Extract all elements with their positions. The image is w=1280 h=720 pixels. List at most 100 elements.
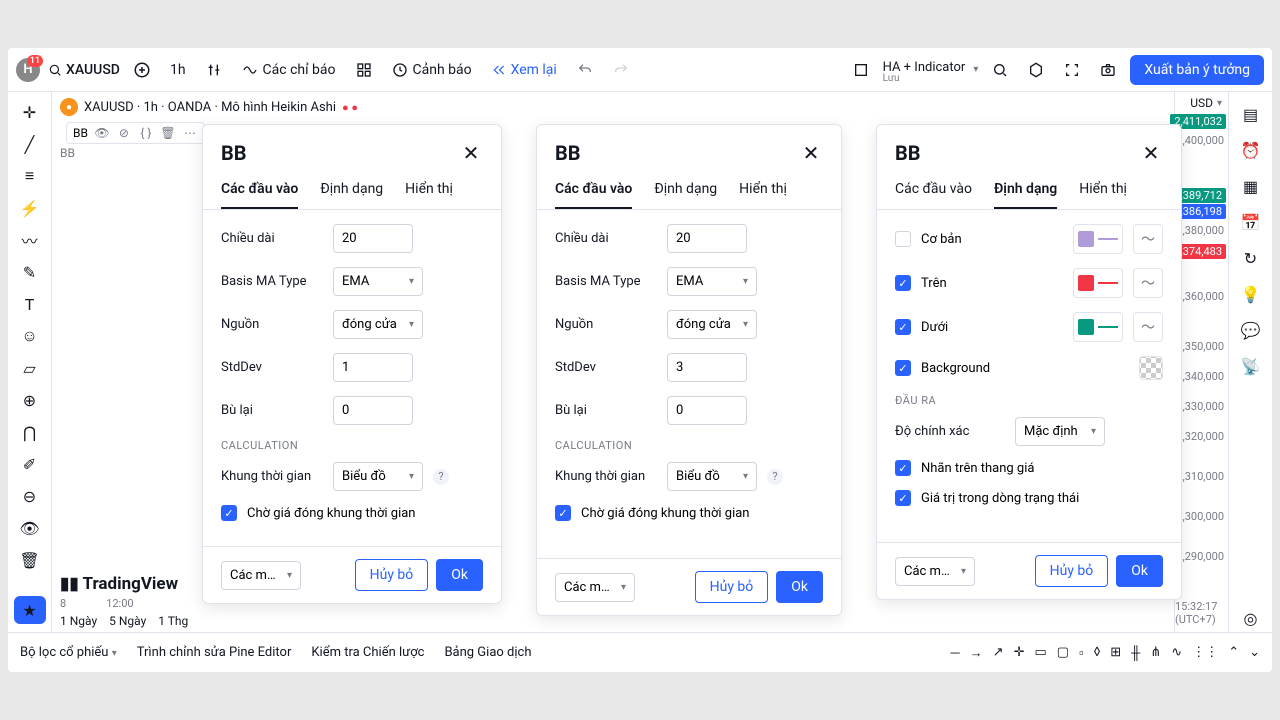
symbol-search[interactable]: XAUUSD [48,62,120,78]
wave-tool-icon[interactable]: ∿ [1171,645,1182,660]
pattern-tool-icon[interactable]: ⊞ [1110,645,1121,660]
source-select[interactable]: đóng cửa▾ [333,310,423,339]
misc-tool-icon[interactable]: ⋮⋮ [1192,645,1218,660]
trendline-tool[interactable]: ╱ [14,130,46,158]
eye-icon[interactable]: 👁 [94,125,110,141]
status-checkbox[interactable]: ✓ [895,490,911,506]
tab-format[interactable]: Định dạng [320,173,383,209]
currency-select[interactable]: USD ▾ [1190,96,1222,110]
ok-button[interactable]: Ok [776,571,823,603]
ok-button[interactable]: Ok [1116,555,1163,587]
alert-button[interactable]: Cảnh báo [386,58,478,82]
down-icon[interactable]: ⌄ [1249,645,1260,660]
range-tab[interactable]: 1 Thg [158,614,188,628]
basic-checkbox[interactable] [895,231,911,247]
price-axis[interactable]: USD ▾ 2,411,032 2,400,000 2,389,712 2,38… [1174,92,1228,632]
redo-button[interactable] [607,56,635,84]
basic-color[interactable] [1073,224,1123,254]
timeframe-select[interactable]: 1h [164,58,192,82]
ma-select[interactable]: EMA▾ [333,267,423,296]
cross-tool-icon[interactable]: ✛ [1014,645,1025,660]
fib-tool[interactable]: ≡ [14,162,46,190]
fullscreen-button[interactable] [1058,56,1086,84]
magnet-tool[interactable]: ⋂ [14,418,46,446]
publish-button[interactable]: Xuất bản ý tưởng [1130,55,1264,85]
tab-inputs[interactable]: Các đầu vào [555,173,632,209]
indicators-button[interactable]: Các chỉ báo [236,58,342,82]
offset-input[interactable] [667,396,747,425]
shape-tool-icon[interactable]: ◊ [1094,645,1101,660]
ideas-icon[interactable]: 💡 [1235,280,1267,308]
target-icon[interactable]: ◎ [1235,604,1267,632]
help-icon[interactable]: ? [433,469,449,485]
tab-display[interactable]: Hiển thị [1079,173,1127,209]
add-symbol-button[interactable] [128,56,156,84]
news-icon[interactable]: ↻ [1235,244,1267,272]
layout-button[interactable] [350,56,378,84]
cancel-button[interactable]: Hủy bỏ [1035,555,1109,587]
range-tab[interactable]: 5 Ngày [109,614,146,628]
lower-linestyle[interactable]: 〜 [1133,312,1163,342]
alerts-icon[interactable]: ⏰ [1235,136,1267,164]
indicator-pill[interactable]: BB 👁 ⊘ { } 🗑 ⋯ [66,122,205,144]
trend-tool-icon[interactable]: ↗ [993,645,1004,660]
cursor-tool[interactable]: ✛ [14,98,46,126]
menu-select[interactable]: Các m…▾ [895,557,975,586]
eye-tool[interactable]: 👁 [14,514,46,542]
pine-editor-tab[interactable]: Trình chỉnh sửa Pine Editor [137,645,292,660]
chart-type-button[interactable] [200,56,228,84]
settings-icon-button[interactable] [1022,56,1050,84]
close-button[interactable]: ✕ [1139,141,1163,165]
camera-button[interactable] [1094,56,1122,84]
tab-inputs[interactable]: Các đầu vào [895,173,972,209]
precision-select[interactable]: Mặc định▾ [1015,417,1105,446]
text-tool[interactable]: T [14,290,46,318]
watchlist-icon[interactable]: ▤ [1235,100,1267,128]
eye-off-icon[interactable]: ⊘ [116,125,132,141]
tab-display[interactable]: Hiển thị [739,173,787,209]
tf-select[interactable]: Biểu đồ▾ [333,462,423,491]
chat-icon[interactable]: 💬 [1235,316,1267,344]
tab-format[interactable]: Định dạng [654,173,717,209]
ha-indicator-menu[interactable]: HA + Indicator Lưu [883,56,966,84]
emoji-tool[interactable]: ☺ [14,322,46,350]
delete-icon[interactable]: 🗑 [160,125,176,141]
ma-select[interactable]: EMA▾ [667,267,757,296]
stddev-input[interactable] [667,353,747,382]
hotlist-icon[interactable]: ▦ [1235,172,1267,200]
more-icon[interactable]: ⋯ [182,125,198,141]
pattern-tool[interactable]: ⚡ [14,194,46,222]
bg-checkbox[interactable]: ✓ [895,360,911,376]
length-input[interactable] [667,224,747,253]
search-icon-button[interactable] [986,56,1014,84]
basic-linestyle[interactable]: 〜 [1133,224,1163,254]
prediction-tool[interactable]: 〰 [14,226,46,254]
tab-format[interactable]: Định dạng [994,173,1057,209]
chart-area[interactable]: ● XAUUSD · 1h · OANDA · Mô hình Heikin A… [52,92,1228,632]
fib-tool-icon[interactable]: ╫ [1131,645,1140,661]
tab-inputs[interactable]: Các đầu vào [221,173,298,209]
user-avatar[interactable]: H 11 [16,58,40,82]
brush-tool[interactable]: ✎ [14,258,46,286]
layout-icon[interactable] [847,56,875,84]
select-tool-icon[interactable]: ▭ [1034,645,1046,660]
ruler-tool[interactable]: ▱ [14,354,46,382]
wait-checkbox[interactable]: ✓ [221,505,237,521]
stream-icon[interactable]: 📡 [1235,352,1267,380]
up-icon[interactable]: ⌃ [1228,645,1239,660]
cancel-button[interactable]: Hủy bỏ [355,559,429,591]
undo-button[interactable] [571,56,599,84]
edit-tool[interactable]: ✐ [14,450,46,478]
help-icon[interactable]: ? [767,469,783,485]
lower-checkbox[interactable]: ✓ [895,319,911,335]
favorites-tool[interactable]: ★ [14,596,46,624]
rect-tool-icon[interactable]: ▢ [1057,645,1069,660]
trash-tool[interactable]: 🗑 [14,546,46,574]
zoom-tool[interactable]: ⊕ [14,386,46,414]
tab-display[interactable]: Hiển thị [405,173,453,209]
menu-select[interactable]: Các m…▾ [221,561,301,590]
length-input[interactable] [333,224,413,253]
strategy-tester-tab[interactable]: Kiểm tra Chiến lược [311,645,424,660]
range-tab[interactable]: 1 Ngày [60,614,97,628]
offset-input[interactable] [333,396,413,425]
